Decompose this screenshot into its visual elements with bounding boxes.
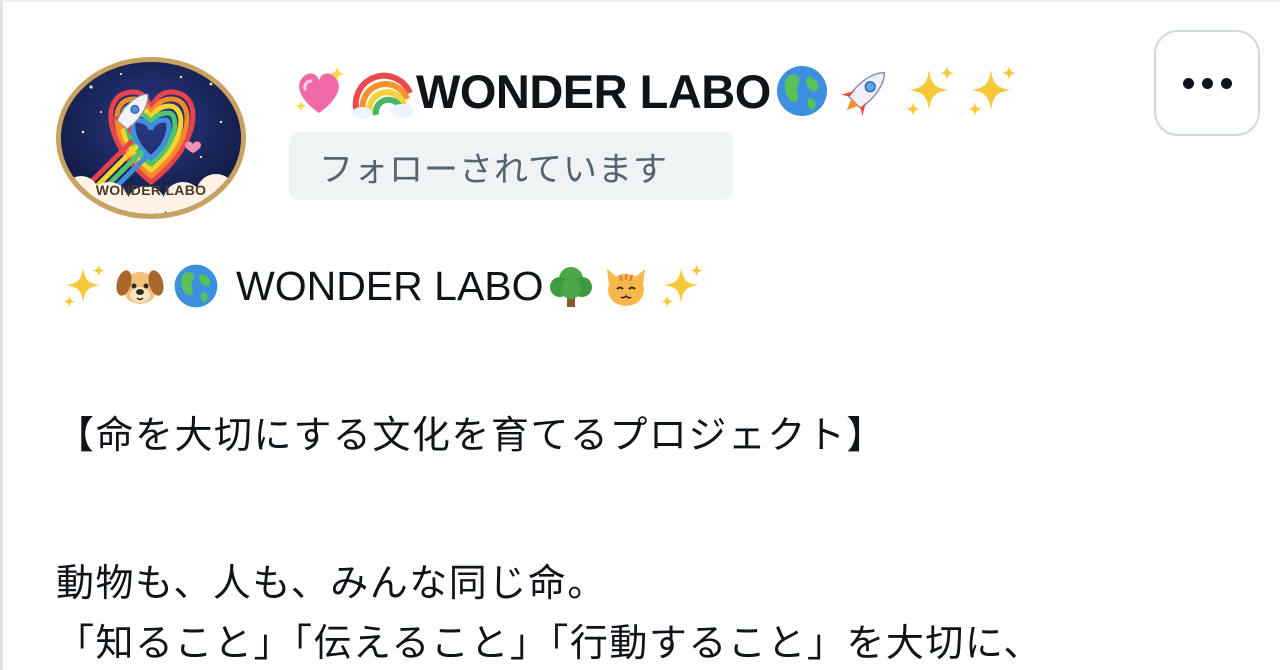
avatar[interactable]: WONDER LABO: [56, 57, 246, 219]
rocket-icon: [833, 60, 899, 122]
follows-you-badge: フォローされています: [289, 132, 733, 200]
avatar-caption: WONDER LABO: [95, 182, 207, 198]
bio-line-1: 動物も、人も、みんな同じ命。: [56, 560, 607, 605]
more-dots-icon: [1182, 77, 1194, 89]
window-left-edge: [0, 0, 3, 670]
sparkles-icon: [961, 60, 1023, 122]
bio-title-text: WONDER LABO: [236, 262, 544, 309]
bio-title: WONDER LABO: [56, 256, 710, 316]
more-dots-icon: [1220, 77, 1232, 89]
bio-line-2: 「知ること」「伝えること」「行動すること」を大切に、: [56, 620, 1043, 665]
window-top-edge: [0, 0, 1280, 2]
display-name[interactable]: WONDER LABO: [288, 58, 1023, 124]
cat-face-icon: [598, 258, 654, 314]
dog-face-icon: [112, 258, 168, 314]
tree-icon: [544, 258, 598, 314]
more-options-button[interactable]: [1154, 30, 1260, 136]
bio-project-line: 【命を大切にする文化を育てるプロジェクト】: [56, 412, 886, 457]
globe-icon: [771, 60, 833, 122]
more-dots-icon: [1201, 77, 1213, 89]
sparkles-icon: [654, 258, 710, 314]
rainbow-icon: [350, 60, 416, 122]
display-name-text: WONDER LABO: [416, 64, 771, 118]
follows-you-label: フォローされています: [319, 149, 668, 190]
sparkles-icon: [56, 258, 112, 314]
sparkling-heart-icon: [288, 60, 350, 122]
globe-icon: [168, 258, 224, 314]
sparkles-icon: [899, 60, 961, 122]
